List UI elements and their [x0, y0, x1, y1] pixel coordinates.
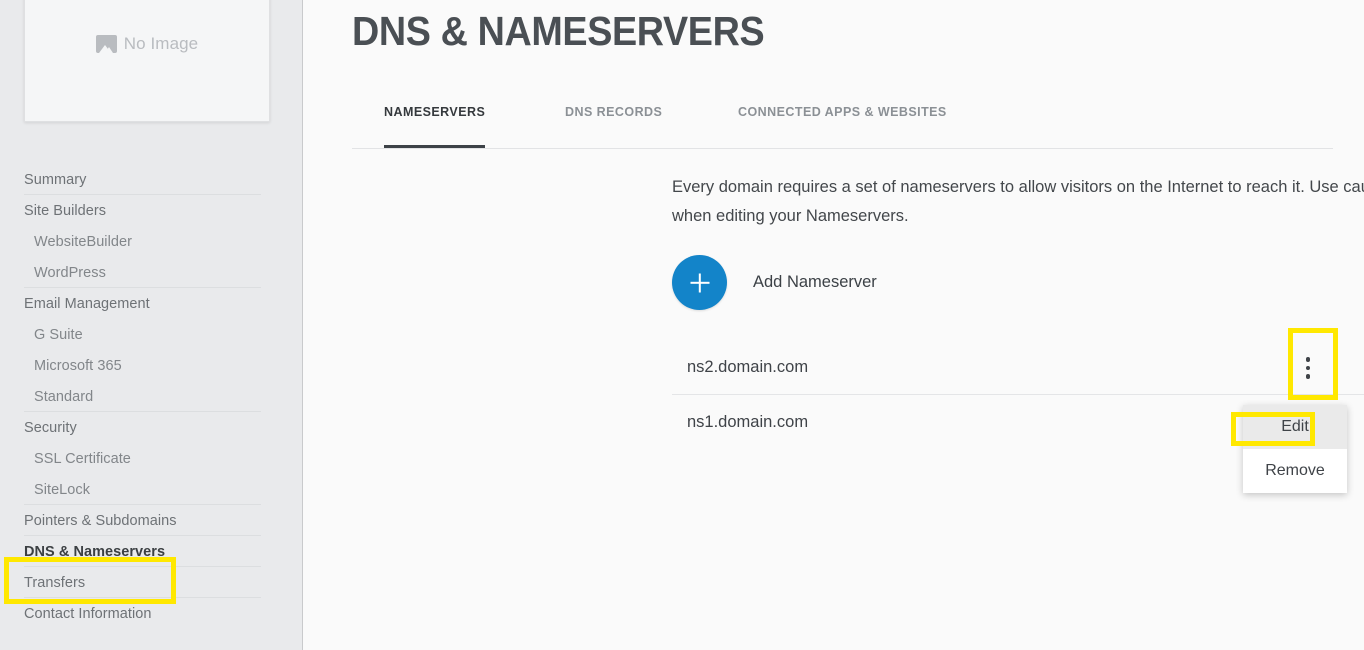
sidebar-item-label: Site Builders: [24, 202, 107, 219]
sidebar-item-label: Contact Information: [24, 605, 152, 622]
sidebar-item-dns-nameservers[interactable]: DNS & Nameservers: [0, 536, 302, 567]
page-root: No Image Summary Site Builders WebsiteBuil…: [0, 0, 1364, 650]
sidebar-nav: Summary Site Builders WebsiteBuilder WordPr…: [0, 164, 302, 629]
sidebar-item-transfers[interactable]: Transfers: [0, 567, 302, 598]
sidebar-item-contact-information[interactable]: Contact Information: [0, 598, 302, 629]
table-row[interactable]: ns2.domain.com: [672, 340, 1364, 395]
sidebar-item-label: G Suite: [34, 326, 83, 343]
sidebar-item-ssl-certificate[interactable]: SSL Certificate: [0, 443, 302, 474]
sidebar-item-label: Pointers & Subdomains: [24, 512, 177, 529]
sidebar-item-websitebuilder[interactable]: WebsiteBuilder: [0, 226, 302, 257]
sidebar-item-security[interactable]: Security: [0, 412, 302, 443]
sidebar-item-label: SiteLock: [34, 481, 91, 498]
add-nameserver-button[interactable]: [672, 255, 727, 310]
sidebar-item-wordpress[interactable]: WordPress: [0, 257, 302, 288]
sidebar-item-label: Security: [24, 419, 77, 436]
kebab-menu-icon[interactable]: [1295, 350, 1321, 386]
menu-item-edit[interactable]: Edit: [1243, 405, 1347, 449]
sidebar-item-site-builders[interactable]: Site Builders: [0, 195, 302, 226]
add-nameserver-row[interactable]: Add Nameserver: [672, 255, 877, 310]
add-nameserver-label: Add Nameserver: [753, 273, 877, 291]
menu-item-remove[interactable]: Remove: [1243, 449, 1347, 493]
tab-dns-records[interactable]: DNS RECORDS: [565, 105, 662, 148]
sidebar-item-g-suite[interactable]: G Suite: [0, 319, 302, 350]
sidebar: No Image Summary Site Builders WebsiteBuil…: [0, 0, 303, 650]
thumbnail-label: No Image: [123, 34, 199, 53]
sidebar-item-label: WordPress: [34, 264, 106, 281]
sidebar-item-pointers-subdomains[interactable]: Pointers & Subdomains: [0, 505, 302, 536]
sidebar-item-email-management[interactable]: Email Management: [0, 288, 302, 319]
nameserver-host: ns1.domain.com: [687, 413, 809, 431]
sidebar-item-label: WebsiteBuilder: [34, 233, 132, 250]
sidebar-item-label: Summary: [24, 171, 87, 188]
tab-connected-apps-websites[interactable]: CONNECTED APPS & WEBSITES: [738, 105, 947, 148]
kebab-dot: [1305, 374, 1311, 379]
tab-nameservers[interactable]: NAMESERVERS: [384, 105, 486, 148]
main-content: DNS & NAMESERVERS NAMESERVERS DNS RECORD…: [304, 0, 1364, 650]
nameserver-host: ns2.domain.com: [687, 357, 809, 376]
kebab-dot: [1305, 365, 1311, 371]
sidebar-item-standard[interactable]: Standard: [0, 381, 302, 412]
row-context-menu: Edit Remove: [1243, 405, 1347, 493]
image-placeholder-icon: [95, 35, 117, 53]
sidebar-item-label: Standard: [34, 388, 94, 405]
sidebar-item-label: SSL Certificate: [34, 450, 131, 467]
sidebar-item-microsoft-365[interactable]: Microsoft 365: [0, 350, 302, 381]
sidebar-item-label: DNS & Nameservers: [24, 543, 166, 560]
sidebar-item-label: Transfers: [24, 574, 86, 591]
site-thumbnail-card: No Image: [24, 0, 270, 122]
tab-bar: NAMESERVERS DNS RECORDS CONNECTED APPS &…: [352, 105, 1333, 149]
section-description: Every domain requires a set of nameserve…: [672, 178, 1364, 225]
sidebar-item-label: Microsoft 365: [34, 357, 122, 374]
sidebar-item-sitelock[interactable]: SiteLock: [0, 474, 302, 505]
page-title: DNS & NAMESERVERS: [352, 8, 765, 54]
kebab-dot: [1305, 357, 1311, 362]
sidebar-item-summary[interactable]: Summary: [0, 164, 302, 195]
sidebar-item-label: Email Management: [24, 295, 150, 312]
